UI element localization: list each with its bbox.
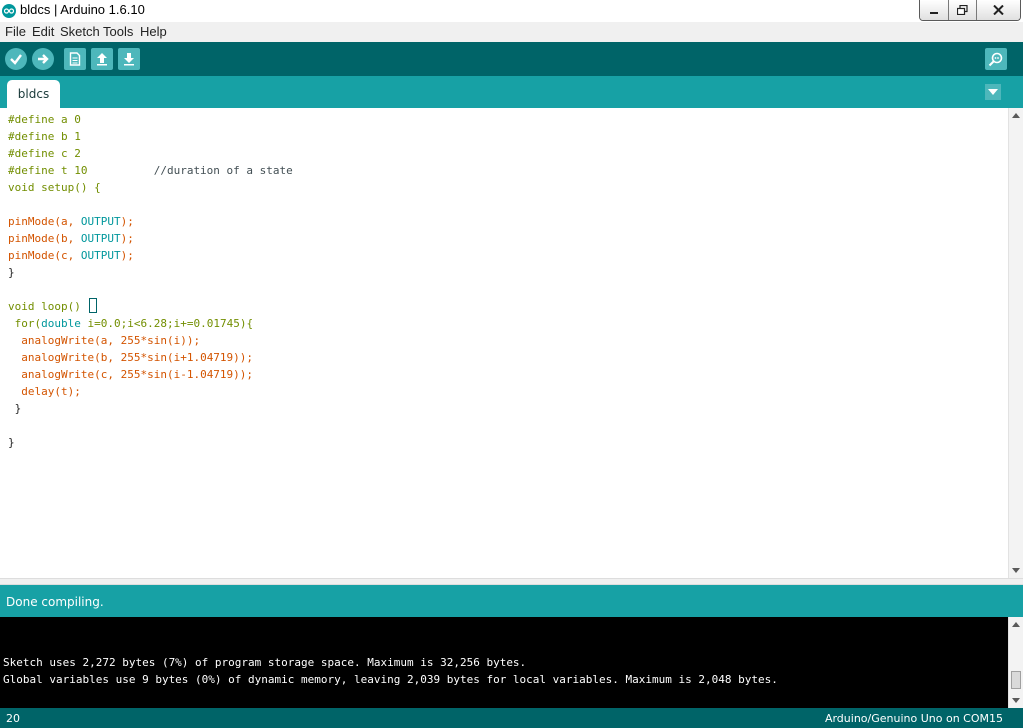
code-line: #define t 10 //duration of a state (8, 164, 293, 177)
code-line: } (8, 266, 15, 279)
upload-button[interactable] (32, 48, 54, 70)
console-line: Sketch uses 2,272 bytes (7%) of program … (3, 656, 527, 669)
save-button[interactable] (118, 48, 140, 70)
board-info: Arduino/Genuino Uno on COM15 (824, 712, 1003, 725)
verify-button[interactable] (5, 48, 27, 70)
menu-sketch[interactable]: Sketch (60, 24, 100, 39)
tab-menu-chevron-icon (988, 89, 998, 95)
close-icon (993, 5, 1004, 15)
window-controls (919, 0, 1021, 21)
console-scrollbar[interactable] (1008, 617, 1023, 708)
close-button[interactable] (976, 0, 1020, 20)
code-line: for(double i=0.0;i<6.28;i+=0.01745){ (8, 317, 254, 330)
code-line: #define a 0 (8, 113, 81, 126)
line-number: 20 (6, 712, 20, 725)
arduino-logo-icon (2, 4, 16, 18)
scroll-down-icon[interactable] (1012, 568, 1020, 573)
upload-icon (38, 54, 49, 64)
editor-scrollbar[interactable] (1008, 108, 1023, 578)
pane-divider[interactable] (0, 578, 1023, 585)
code-line: delay(t); (8, 385, 81, 398)
title-bar: bldcs | Arduino 1.6.10 (0, 0, 1023, 23)
scroll-thumb[interactable] (1011, 671, 1021, 689)
new-icon (69, 52, 81, 66)
menu-edit[interactable]: Edit (32, 24, 54, 39)
console-line: Global variables use 9 bytes (0%) of dyn… (3, 673, 778, 686)
footer-bar: 20 Arduino/Genuino Uno on COM15 (0, 708, 1023, 728)
console-text: Sketch uses 2,272 bytes (7%) of program … (3, 654, 778, 688)
code-editor[interactable]: #define a 0 #define b 1 #define c 2 #def… (0, 108, 1008, 578)
scroll-down-icon[interactable] (1012, 698, 1020, 703)
toolbar (0, 42, 1023, 76)
tab-menu-button[interactable] (985, 84, 1001, 100)
status-bar: Done compiling. (0, 585, 1023, 617)
code-line: void setup() { (8, 181, 101, 194)
verify-icon (10, 54, 22, 65)
code-line: pinMode(b, OUTPUT); (8, 232, 134, 245)
menu-bar: File Edit Sketch Tools Help (0, 22, 1023, 43)
code-line: #define c 2 (8, 147, 81, 160)
code-line: } (8, 402, 22, 415)
minimize-icon (930, 12, 938, 14)
tab-bar: bldcs (0, 76, 1023, 108)
window-title: bldcs | Arduino 1.6.10 (20, 2, 145, 17)
code-line: } (8, 436, 15, 449)
code-line: #define b 1 (8, 130, 81, 143)
code-text[interactable]: #define a 0 #define b 1 #define c 2 #def… (8, 111, 293, 451)
tab-bldcs[interactable]: bldcs (7, 80, 60, 108)
minimize-button[interactable] (920, 0, 948, 20)
maximize-icon (957, 5, 968, 15)
code-line: analogWrite(b, 255*sin(i+1.04719)); (8, 351, 254, 364)
console-output[interactable]: Sketch uses 2,272 bytes (7%) of program … (0, 617, 1008, 708)
save-icon (124, 53, 134, 66)
code-line: analogWrite(a, 255*sin(i)); (8, 334, 201, 347)
text-cursor (89, 298, 98, 313)
menu-tools[interactable]: Tools (103, 24, 133, 39)
scroll-up-icon[interactable] (1012, 622, 1020, 627)
code-line: void loop() (8, 300, 88, 313)
open-button[interactable] (91, 48, 113, 70)
open-icon (97, 53, 107, 66)
menu-file[interactable]: File (5, 24, 26, 39)
serial-monitor-icon (988, 52, 1003, 67)
maximize-button[interactable] (948, 0, 976, 20)
serial-monitor-button[interactable] (985, 48, 1007, 70)
code-line: pinMode(a, OUTPUT); (8, 215, 134, 228)
new-button[interactable] (64, 48, 86, 70)
code-line: pinMode(c, OUTPUT); (8, 249, 134, 262)
code-line: analogWrite(c, 255*sin(i-1.04719)); (8, 368, 254, 381)
scroll-up-icon[interactable] (1012, 113, 1020, 118)
status-message: Done compiling. (6, 595, 104, 609)
menu-help[interactable]: Help (140, 24, 167, 39)
